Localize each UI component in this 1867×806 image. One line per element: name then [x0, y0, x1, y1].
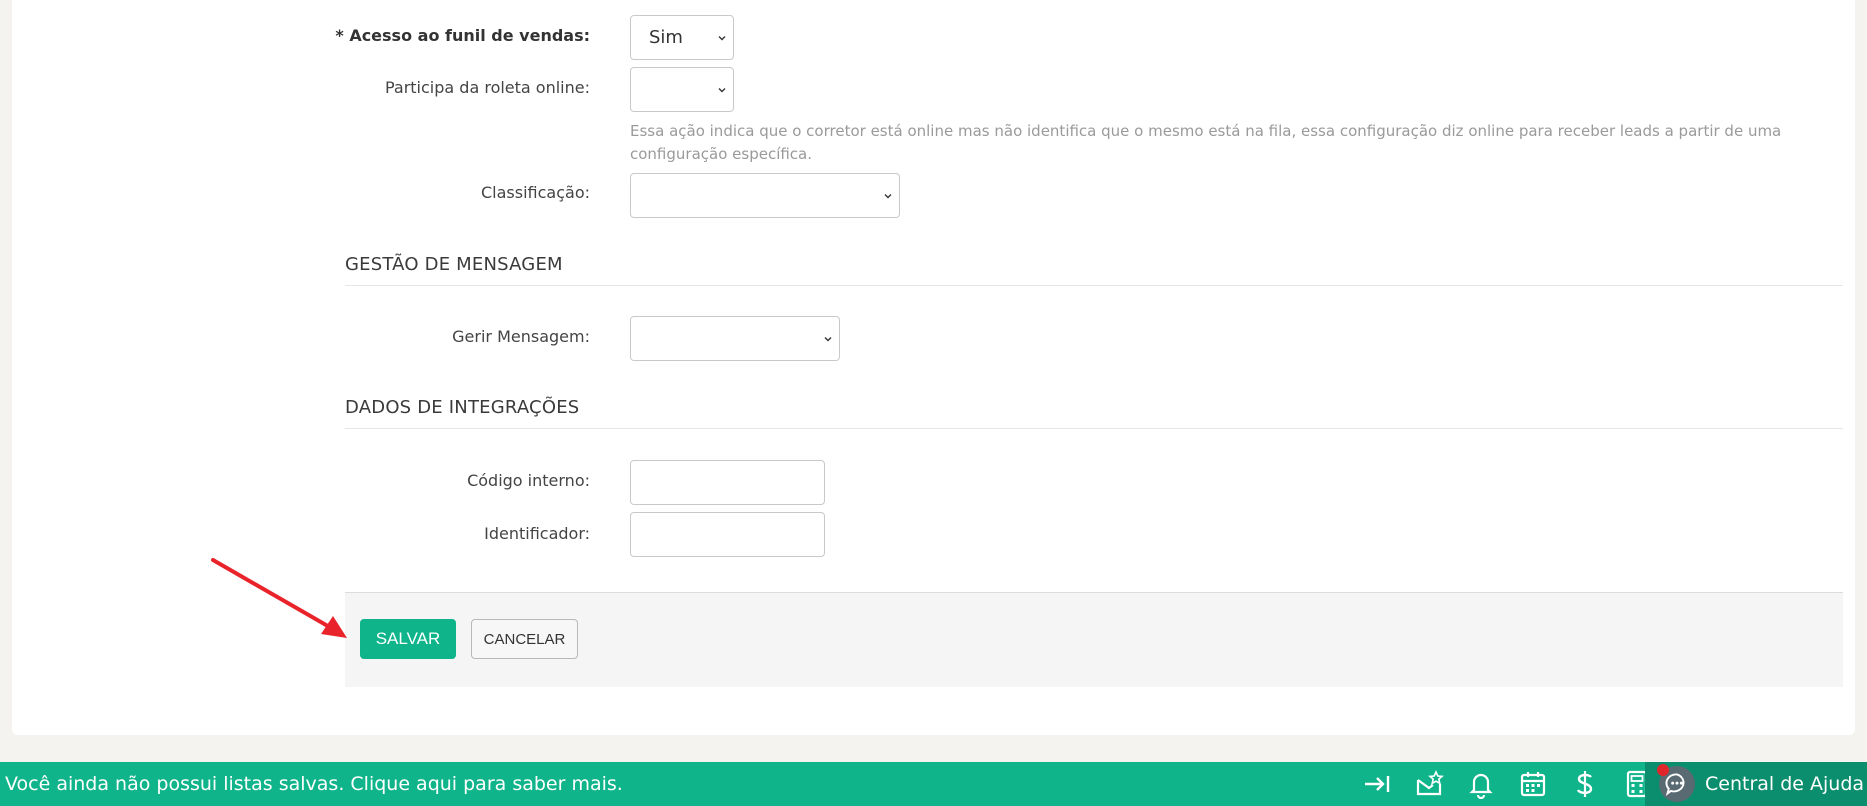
manage-message-select[interactable]	[630, 316, 840, 361]
internal-code-label: Código interno:	[467, 471, 590, 490]
chevron-down-icon	[884, 193, 892, 198]
message-section-title: GESTÃO DE MENSAGEM	[345, 254, 563, 275]
manage-message-label: Gerir Mensagem:	[452, 327, 590, 346]
bottom-bar: Você ainda não possui listas salvas. Cli…	[0, 762, 1867, 806]
calendar-icon[interactable]	[1518, 769, 1548, 799]
chevron-down-icon	[718, 87, 726, 92]
chat-icon	[1665, 773, 1685, 796]
online-roulette-select[interactable]	[630, 67, 734, 112]
annotation-arrow-icon	[211, 558, 347, 638]
chevron-down-icon	[824, 336, 832, 341]
classification-select[interactable]	[630, 173, 900, 218]
internal-code-input[interactable]	[630, 460, 825, 505]
collapse-icon[interactable]	[1362, 769, 1392, 799]
funnel-access-label: * Acesso ao funil de vendas:	[335, 26, 590, 45]
help-center-label: Central de Ajuda	[1705, 773, 1865, 795]
section-divider	[345, 428, 1843, 429]
mail-star-icon[interactable]	[1414, 769, 1444, 799]
saved-lists-message[interactable]: Você ainda não possui listas salvas. Cli…	[5, 773, 623, 795]
chat-bubble-icon	[1657, 764, 1695, 802]
save-button[interactable]: SALVAR	[360, 619, 456, 659]
online-roulette-label: Participa da roleta online:	[384, 78, 590, 97]
identifier-input[interactable]	[630, 512, 825, 557]
classification-label: Classificação:	[481, 183, 590, 202]
help-center-button[interactable]: Central de Ajuda	[1645, 762, 1867, 806]
bottom-toolbar	[1362, 762, 1652, 806]
online-roulette-help: Essa ação indica que o corretor está onl…	[630, 122, 1782, 163]
chevron-down-icon	[718, 35, 726, 40]
funnel-access-select[interactable]: Sim	[630, 15, 734, 60]
cancel-button[interactable]: CANCELAR	[471, 619, 578, 659]
section-divider	[345, 285, 1843, 286]
identifier-label: Identificador:	[484, 524, 590, 543]
notification-dot	[1657, 764, 1669, 776]
funnel-access-value: Sim	[649, 27, 683, 48]
dollar-icon[interactable]	[1570, 769, 1600, 799]
form-actions-bar: SALVAR CANCELAR	[345, 592, 1843, 687]
integration-section-title: DADOS DE INTEGRAÇÕES	[345, 397, 580, 418]
bell-icon[interactable]	[1466, 769, 1496, 799]
